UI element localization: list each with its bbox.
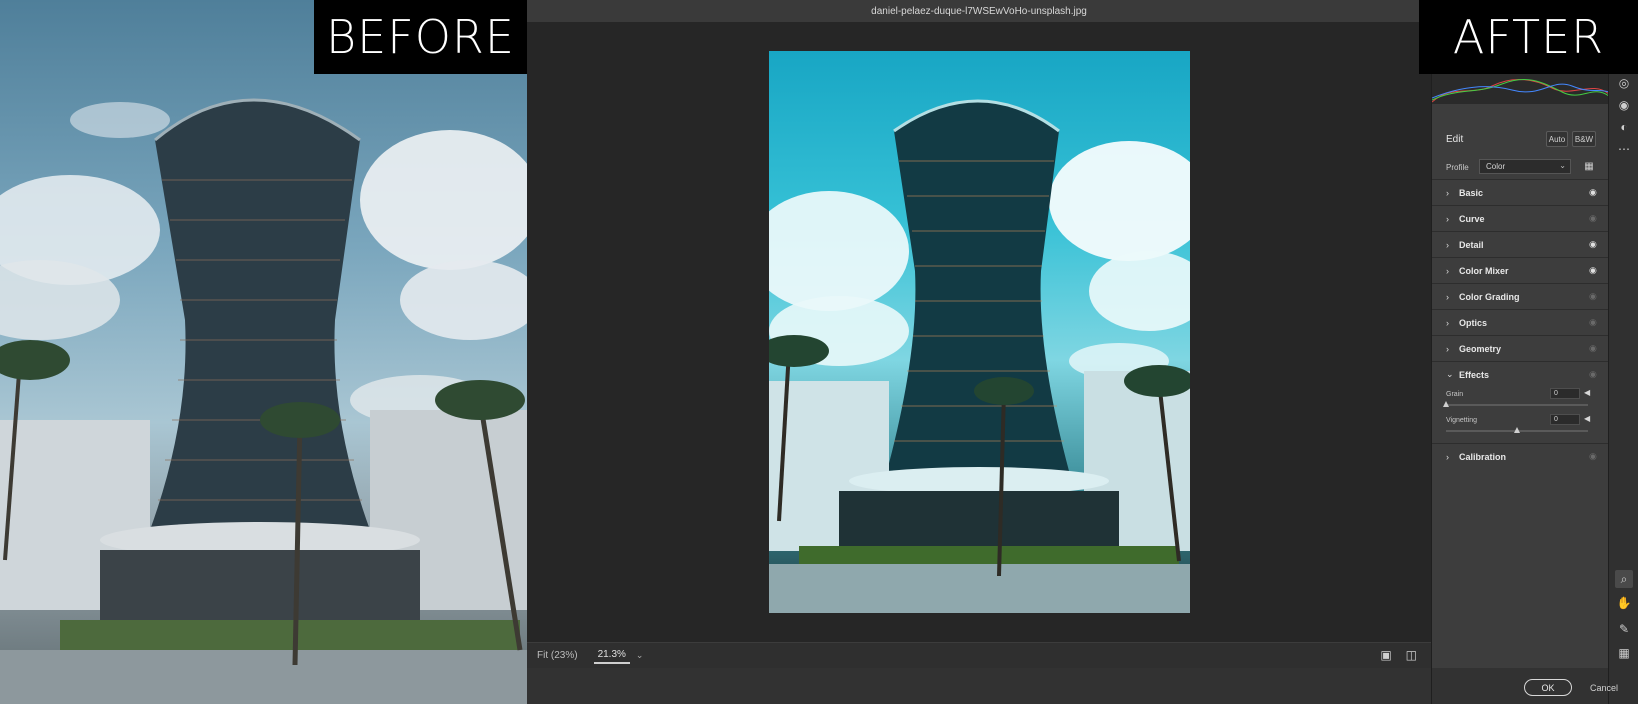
zoom-icon[interactable]: ⌕ <box>1615 570 1633 588</box>
histogram-graph <box>1432 78 1609 103</box>
reset-triangle-icon[interactable]: ◀ <box>1584 414 1590 423</box>
section-label: Basic <box>1459 187 1484 198</box>
profile-value: Color <box>1486 162 1506 171</box>
chevron-right-icon[interactable]: › <box>1446 188 1456 198</box>
panel-footer <box>1432 668 1609 704</box>
eye-icon[interactable]: ◉ <box>1589 214 1601 223</box>
before-label: BEFORE <box>314 0 527 74</box>
image-editor: daniel-pelaez-duque-l7WSEwVoHo-unsplash.… <box>527 0 1431 704</box>
panel-section-effects[interactable]: ⌄ Effects ◉ <box>1432 361 1609 387</box>
after-photo-preview[interactable] <box>769 51 1190 613</box>
section-label: Optics <box>1459 317 1488 328</box>
chevron-right-icon[interactable]: › <box>1446 452 1456 462</box>
tool-strip: ◎ ◉ ◐ ⋯ ⌕ ✋ ✎ ▦ <box>1608 0 1638 704</box>
screen: BEFORE daniel-pelaez-duque-l7WSEwVoHo-un… <box>0 0 1638 704</box>
bw-button[interactable]: B&W <box>1572 131 1596 147</box>
after-photo-art <box>769 99 1190 613</box>
chevron-right-icon[interactable]: › <box>1446 214 1456 224</box>
panel-section-curve[interactable]: › Curve ◉ <box>1432 205 1609 231</box>
panel-section-color-grading[interactable]: › Color Grading ◉ <box>1432 283 1609 309</box>
panel-section-basic[interactable]: › Basic ◉ <box>1432 179 1609 205</box>
vignetting-label: Vignetting <box>1446 417 1478 424</box>
profile-row: Profile Color ⌄ ▦ <box>1432 157 1609 177</box>
chevron-right-icon[interactable]: › <box>1446 292 1456 302</box>
profile-select[interactable]: Color ⌄ <box>1479 159 1571 174</box>
grain-value-field[interactable]: 0 <box>1550 388 1580 399</box>
profile-label: Profile <box>1446 162 1469 172</box>
eye-icon[interactable]: ◉ <box>1589 266 1601 275</box>
panel-section-color-mixer[interactable]: › Color Mixer ◉ <box>1432 257 1609 283</box>
grain-slider-group: Grain 0 ◀ <box>1432 388 1609 417</box>
single-view-icon[interactable]: ▣ <box>1380 648 1391 662</box>
histogram <box>1432 74 1609 104</box>
cancel-button[interactable]: Cancel <box>1584 679 1624 696</box>
vignetting-slider-group: Vignetting 0 ◀ <box>1432 414 1609 443</box>
auto-button[interactable]: Auto <box>1546 131 1568 147</box>
grid-icon[interactable]: ▦ <box>1615 644 1633 662</box>
section-label: Detail <box>1459 239 1484 250</box>
more-icon[interactable]: ⋯ <box>1615 140 1633 158</box>
edit-title: Edit <box>1446 133 1464 145</box>
chevron-down-icon[interactable]: ⌄ <box>1446 369 1456 380</box>
panel-section-calibration[interactable]: › Calibration ◉ <box>1432 443 1609 469</box>
zoom-fit-option[interactable]: Fit (23%) <box>537 650 578 661</box>
chevron-down-icon[interactable]: ⌄ <box>636 650 644 661</box>
chevron-right-icon[interactable]: › <box>1446 240 1456 250</box>
hand-icon[interactable]: ✋ <box>1615 594 1633 612</box>
section-label: Effects <box>1459 369 1490 380</box>
canvas-area[interactable] <box>527 22 1431 642</box>
edit-tool-icon[interactable]: ◎ <box>1615 74 1633 92</box>
editor-footer <box>527 668 1431 704</box>
chevron-right-icon[interactable]: › <box>1446 266 1456 276</box>
before-photo-art <box>0 98 527 704</box>
vignetting-slider-thumb[interactable] <box>1514 427 1520 433</box>
before-photo: BEFORE <box>0 0 527 704</box>
vignetting-value-field[interactable]: 0 <box>1550 414 1580 425</box>
eye-icon[interactable]: ◉ <box>1589 452 1601 461</box>
mask-icon[interactable]: ◐ <box>1615 118 1633 136</box>
vignetting-slider[interactable] <box>1446 427 1588 433</box>
edit-header: Edit Auto B&W <box>1432 128 1609 150</box>
chevron-down-icon: ⌄ <box>1559 161 1566 170</box>
eye-icon[interactable]: ◉ <box>1589 318 1601 327</box>
eye-icon[interactable]: ◉ <box>1589 370 1601 379</box>
grain-label: Grain <box>1446 391 1464 398</box>
reset-triangle-icon[interactable]: ◀ <box>1584 388 1590 397</box>
grain-slider[interactable] <box>1443 401 1588 407</box>
after-label: AFTER <box>1419 0 1638 74</box>
view-toggle-group: ▣ ◫ <box>1380 648 1417 662</box>
eye-icon[interactable]: ◉ <box>1615 96 1633 114</box>
adjustments-panel: Edit Auto B&W Profile Color ⌄ ▦ › Basic ◉ ›… <box>1431 0 1609 704</box>
section-label: Color Grading <box>1459 291 1520 302</box>
before-after-view-icon[interactable]: ◫ <box>1406 648 1417 662</box>
section-label: Color Mixer <box>1459 265 1509 276</box>
zoom-bar: Fit (23%) 21.3% ⌄ ▣ ◫ <box>527 642 1431 668</box>
eye-icon[interactable]: ◉ <box>1589 292 1601 301</box>
profile-browser-icon[interactable]: ▦ <box>1583 161 1595 173</box>
eye-icon[interactable]: ◉ <box>1589 344 1601 353</box>
color-sampler-icon[interactable]: ✎ <box>1615 620 1633 638</box>
grain-slider-thumb[interactable] <box>1443 401 1449 407</box>
panel-section-optics[interactable]: › Optics ◉ <box>1432 309 1609 335</box>
eye-icon[interactable]: ◉ <box>1589 188 1601 197</box>
section-label: Calibration <box>1459 451 1507 462</box>
ok-button[interactable]: OK <box>1524 679 1572 696</box>
panel-section-geometry[interactable]: › Geometry ◉ <box>1432 335 1609 361</box>
chevron-right-icon[interactable]: › <box>1446 344 1456 354</box>
section-label: Geometry <box>1459 343 1502 354</box>
chevron-right-icon[interactable]: › <box>1446 318 1456 328</box>
eye-icon[interactable]: ◉ <box>1589 240 1601 249</box>
panel-section-detail[interactable]: › Detail ◉ <box>1432 231 1609 257</box>
section-label: Curve <box>1459 213 1485 224</box>
window-title: daniel-pelaez-duque-l7WSEwVoHo-unsplash.… <box>527 0 1431 22</box>
zoom-level[interactable]: 21.3% <box>593 647 630 664</box>
